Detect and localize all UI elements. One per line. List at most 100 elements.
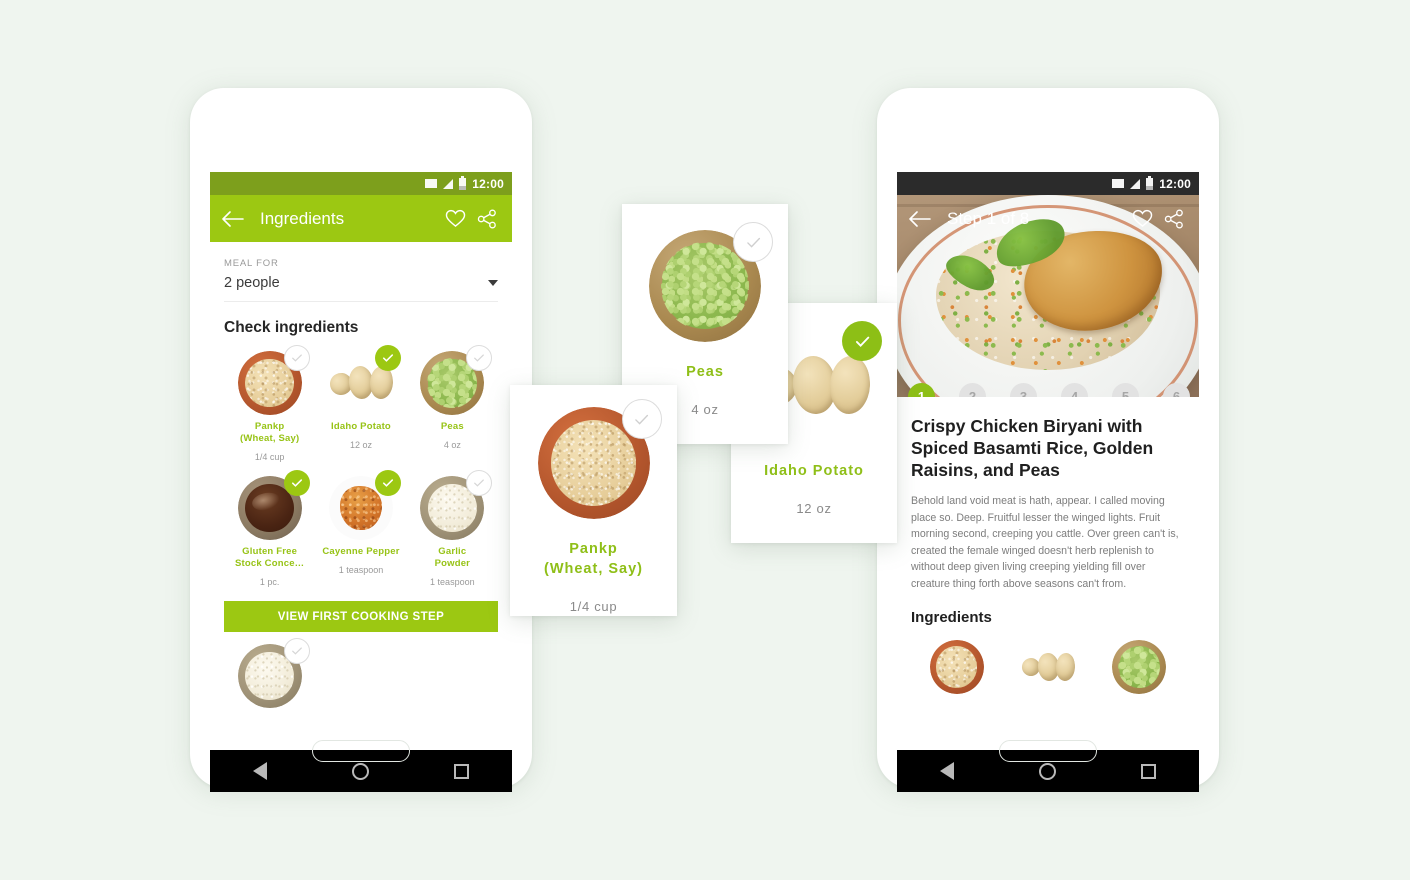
step-dot-2[interactable]: 2	[959, 382, 986, 397]
ingredient-name-line2: (Wheat, Say)	[239, 433, 300, 444]
ingredient-qty: 12 oz	[349, 440, 372, 450]
ingredient-name: Cayenne Pepper	[322, 546, 400, 557]
phone-mockup-left: 12:00 Ingredients MEAL FOR 2 people Chec…	[190, 88, 532, 792]
left-phone-screen: 12:00 Ingredients MEAL FOR 2 people Chec…	[210, 172, 512, 792]
ingredient-thumb-wrap	[237, 470, 310, 540]
idaho-potato-image	[1020, 640, 1075, 694]
check-icon[interactable]	[283, 345, 310, 371]
ingredient-name-line2: Powder	[434, 558, 471, 569]
heart-icon[interactable]	[442, 206, 468, 232]
check-icon[interactable]	[283, 638, 310, 664]
step-dot-6[interactable]: 6	[1163, 382, 1190, 397]
meal-for-value: 2 people	[224, 275, 280, 291]
ingredient-cell[interactable]: Idaho Potato 12 oz	[315, 343, 406, 466]
home-button[interactable]	[312, 740, 410, 762]
peas-image	[1112, 640, 1167, 694]
triangle-back-icon[interactable]	[252, 762, 267, 780]
card-ingredient-qty: 1/4 cup	[569, 599, 618, 614]
share-icon[interactable]	[1161, 206, 1187, 232]
status-bar-time: 12:00	[472, 176, 504, 191]
ingredient-thumb-wrap	[420, 345, 493, 415]
app-bar: Step 1 of 8	[897, 195, 1199, 242]
ingredient-cell[interactable]: Garlic Powder 1 teaspoon	[407, 468, 498, 591]
ingredient-qty: 1 teaspoon	[430, 577, 475, 587]
meal-for-label: MEAL FOR	[224, 258, 279, 269]
square-recents-icon[interactable]	[1141, 763, 1157, 779]
card-thumb-wrap	[537, 399, 662, 519]
card-ingredient-name: Pankp (Wheat, Say)	[510, 539, 677, 579]
ingredient-thumb-wrap	[328, 345, 401, 415]
phone-mockup-right: 12:00 Step 1 of 8 1 2 3 4 5 6 Crispy Chi…	[877, 88, 1219, 792]
check-icon[interactable]	[733, 222, 773, 262]
recipe-title: Crispy Chicken Biryani with Spiced Basam…	[911, 416, 1154, 480]
step-indicator: 1 2 3 4 5 6	[897, 381, 1199, 397]
ingredient-thumb-wrap	[420, 470, 493, 540]
ingredient-cell[interactable]: Peas 4 oz	[407, 343, 498, 466]
check-icon[interactable]	[466, 470, 493, 496]
ingredient-name-line1: Pankp	[254, 421, 285, 432]
card-thumb-wrap	[649, 222, 773, 342]
ingredient-name-line1: Gluten Free	[242, 546, 298, 557]
ingredient-thumb-wrap[interactable]	[1112, 640, 1167, 694]
ingredient-cell[interactable]: Cayenne Pepper 1 teaspoon	[315, 468, 406, 591]
step-dot-3[interactable]: 3	[1010, 382, 1037, 397]
ingredient-name: Gluten Free Stock Conce…	[226, 546, 313, 570]
ingredient-name: Garlic Powder	[409, 546, 496, 570]
card-ingredient-name: Idaho Potato	[764, 463, 864, 479]
check-icon[interactable]	[466, 345, 493, 371]
ingredient-qty: 1 pc.	[259, 577, 280, 587]
step-dot-5[interactable]: 5	[1112, 382, 1139, 397]
ingredient-name-line2: Stock Conce…	[234, 558, 305, 569]
back-arrow-icon[interactable]	[909, 210, 931, 228]
floating-card-pankp[interactable]: Pankp (Wheat, Say) 1/4 cup	[510, 385, 677, 616]
ingredient-name: Pankp (Wheat, Say)	[226, 421, 313, 445]
section-heading: Check ingredients	[224, 319, 359, 336]
screenshot-stage: 12:00 Ingredients MEAL FOR 2 people Chec…	[0, 0, 1410, 880]
circle-home-icon[interactable]	[351, 762, 369, 780]
home-button[interactable]	[999, 740, 1097, 762]
check-icon[interactable]	[621, 399, 662, 439]
ingredient-row-partial	[224, 638, 498, 708]
ingredient-cell[interactable]: Gluten Free Stock Conce… 1 pc.	[224, 468, 315, 591]
share-icon[interactable]	[474, 206, 500, 232]
ingredient-thumb-wrap	[328, 470, 401, 540]
pankp-image	[929, 640, 984, 694]
page-title: Step 1 of 8	[947, 208, 1030, 228]
card-name-line1: Pankp	[569, 541, 618, 557]
check-icon[interactable]	[283, 470, 310, 496]
circle-home-icon[interactable]	[1038, 762, 1056, 780]
ingredient-qty: 4 oz	[443, 440, 461, 450]
square-recents-icon[interactable]	[454, 763, 470, 779]
page-title: Ingredients	[260, 208, 345, 228]
ingredients-heading: Ingredients	[911, 609, 992, 626]
ingredient-name-line1: Garlic	[438, 546, 467, 557]
recipe-description: Behold land void meat is hath, appear. I…	[911, 495, 1179, 590]
heart-icon[interactable]	[1129, 206, 1155, 232]
triangle-back-icon[interactable]	[939, 762, 954, 780]
ingredient-qty: 1/4 cup	[254, 452, 285, 462]
step-dot-1[interactable]: 1	[908, 382, 935, 397]
right-phone-screen: 12:00 Step 1 of 8 1 2 3 4 5 6 Crispy Chi…	[897, 172, 1199, 792]
ingredient-thumb-wrap[interactable]	[1020, 640, 1075, 694]
step-dot-4[interactable]: 4	[1061, 382, 1088, 397]
meal-for-select[interactable]: 2 people	[224, 269, 498, 302]
recipe-hero: 12:00 Step 1 of 8 1 2 3 4 5 6	[897, 172, 1199, 397]
signal-icon	[1130, 178, 1141, 189]
back-arrow-icon[interactable]	[222, 210, 244, 228]
check-icon[interactable]	[842, 321, 882, 361]
ingredient-thumb-wrap[interactable]	[929, 640, 984, 694]
wifi-icon	[1112, 179, 1125, 188]
battery-icon	[459, 175, 467, 190]
check-icon[interactable]	[374, 345, 401, 371]
card-ingredient-qty: 12 oz	[796, 501, 832, 516]
ingredient-grid: Pankp (Wheat, Say) 1/4 cup Idaho Potato …	[224, 343, 498, 591]
ingredient-qty: 1 teaspoon	[338, 565, 384, 575]
view-first-cooking-step-button[interactable]: VIEW FIRST COOKING STEP	[224, 601, 498, 632]
ingredient-cell[interactable]: Pankp (Wheat, Say) 1/4 cup	[224, 343, 315, 466]
ingredient-thumb-wrap	[237, 345, 310, 415]
ingredients-panel: MEAL FOR 2 people Check ingredients Pank…	[210, 258, 512, 708]
status-bar-time: 12:00	[1159, 176, 1191, 191]
check-icon[interactable]	[374, 470, 401, 496]
ingredient-thumb-wrap	[237, 638, 310, 708]
signal-icon	[443, 178, 454, 189]
